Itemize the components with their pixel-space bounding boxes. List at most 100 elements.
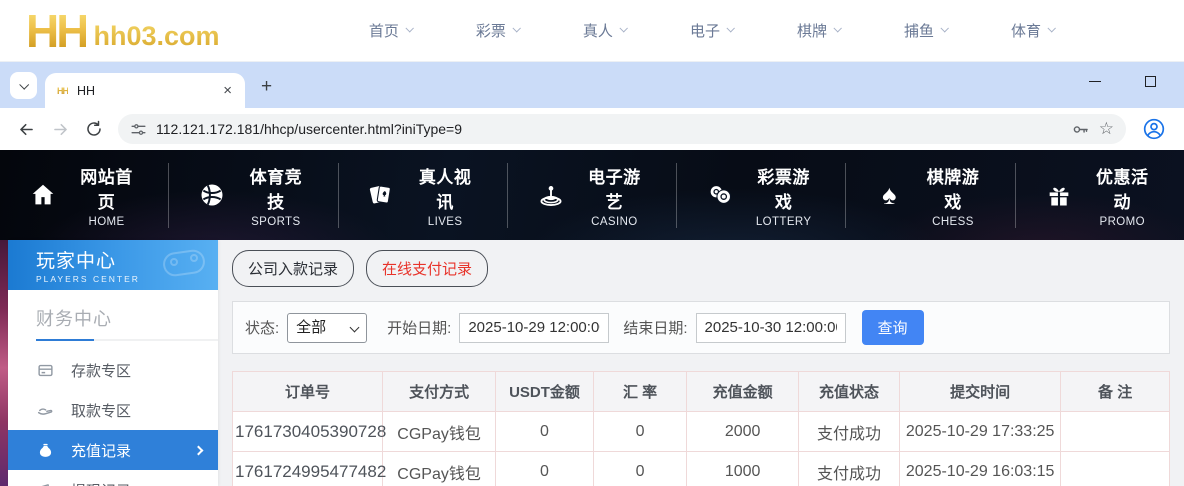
- finance-center-title: 财务中心: [36, 305, 218, 331]
- window-controls: [1089, 76, 1156, 87]
- status-select-wrap: 全部: [287, 313, 367, 343]
- tab-close-icon[interactable]: ×: [218, 82, 237, 99]
- main-nav: 网站首页 HOME 体育竞技 SPORTS 真人视讯LIVES 电子游艺 CASINO 彩票游…: [0, 150, 1184, 240]
- main-nav-label-zh: 体育竞技: [241, 163, 311, 213]
- table-cell: 2025-10-29 16:03:15: [900, 452, 1061, 486]
- site-information-icon[interactable]: [130, 121, 147, 138]
- table-row: 1761730405390728CGPay钱包002000支付成功2025-10…: [233, 412, 1170, 452]
- gift-icon: [1043, 179, 1075, 211]
- site-favicon-icon: HH: [57, 86, 68, 96]
- sidebar-item-3[interactable]: 提现记录: [8, 470, 218, 486]
- profile-avatar-icon[interactable]: [1142, 117, 1166, 141]
- sidebar-menu: 存款专区取款专区充值记录提现记录: [8, 350, 218, 486]
- column-header: 订单号: [233, 372, 383, 412]
- site-nav-item-0[interactable]: 首页: [369, 20, 412, 41]
- main-nav-label-en: HOME: [72, 216, 142, 228]
- main-nav-casino[interactable]: 电子游艺 CASINO: [507, 163, 676, 228]
- bookmark-star-icon[interactable]: ☆: [1099, 119, 1114, 139]
- search-button[interactable]: 查询: [862, 310, 924, 345]
- start-date-label: 开始日期:: [387, 317, 451, 338]
- column-header: 充值金额: [687, 372, 799, 412]
- table-cell: 支付成功: [798, 452, 899, 486]
- site-nav-item-6[interactable]: 体育: [1011, 20, 1054, 41]
- main-nav-label-zh: 真人视讯: [410, 163, 480, 213]
- main-nav-label-en: SPORTS: [241, 216, 311, 228]
- roulette-icon: [535, 179, 567, 211]
- reload-button[interactable]: [80, 115, 108, 143]
- main-nav-label-zh: 电子游艺: [580, 163, 650, 213]
- site-nav-item-1[interactable]: 彩票: [476, 20, 519, 41]
- table-cell: [1061, 452, 1170, 486]
- chevron-down-icon: [405, 24, 413, 32]
- home-icon: [27, 179, 59, 211]
- url-text[interactable]: 112.121.172.181/hhcp/usercenter.html?ini…: [156, 121, 1062, 137]
- sidebar-item-label: 充值记录: [71, 440, 131, 461]
- new-tab-button[interactable]: +: [261, 77, 272, 96]
- start-date-input[interactable]: [459, 313, 609, 343]
- main-nav-chess[interactable]: ♠棋牌游戏CHESS: [845, 163, 1014, 228]
- forward-button[interactable]: [46, 115, 74, 143]
- password-key-icon[interactable]: [1071, 120, 1090, 139]
- column-header: 充值状态: [798, 372, 899, 412]
- minimize-button[interactable]: [1089, 81, 1101, 83]
- main-nav-lives[interactable]: 真人视讯LIVES: [338, 163, 507, 228]
- main-nav-label-en: CASINO: [580, 216, 650, 228]
- main-nav-label-zh: 彩票游戏: [749, 163, 819, 213]
- main-nav-lottery[interactable]: 彩票游戏LOTTERY: [676, 163, 845, 228]
- site-nav-label: 真人: [583, 20, 613, 41]
- chevron-down-icon: [833, 24, 841, 32]
- site-nav-item-2[interactable]: 真人: [583, 20, 626, 41]
- sidebar-item-label: 存款专区: [71, 360, 131, 381]
- record-tab-0[interactable]: 公司入款记录: [232, 250, 354, 287]
- wallet-icon: [36, 481, 54, 486]
- site-nav-label: 棋牌: [797, 20, 827, 41]
- money-bag-icon: [36, 441, 54, 459]
- table-cell: CGPay钱包: [382, 452, 495, 486]
- records-table: 订单号支付方式USDT金额汇 率充值金额充值状态提交时间备 注 17617304…: [232, 371, 1170, 486]
- column-header: 提交时间: [900, 372, 1061, 412]
- end-date-input[interactable]: [696, 313, 846, 343]
- sidebar-item-0[interactable]: 存款专区: [8, 350, 218, 390]
- status-label: 状态:: [245, 317, 279, 338]
- site-nav-item-5[interactable]: 捕鱼: [904, 20, 947, 41]
- site-nav-label: 捕鱼: [904, 20, 934, 41]
- table-cell: [1061, 412, 1170, 452]
- sidebar-item-label: 取款专区: [71, 400, 131, 421]
- playing-cards-icon: [366, 179, 398, 211]
- chevron-down-icon: [726, 24, 734, 32]
- record-tab-1[interactable]: 在线支付记录: [366, 250, 488, 287]
- maximize-button[interactable]: [1145, 76, 1156, 87]
- site-nav-item-3[interactable]: 电子: [690, 20, 733, 41]
- site-header: HH hh03.com 首页 彩票 真人 电子 棋牌 捕鱼 体育: [0, 0, 1184, 62]
- browser-tab[interactable]: HH HH ×: [45, 73, 245, 108]
- lottery-balls-icon: [704, 179, 736, 211]
- site-nav-item-4[interactable]: 棋牌: [797, 20, 840, 41]
- chevron-down-icon: [1047, 24, 1055, 32]
- main-nav-sports[interactable]: 体育竞技 SPORTS: [168, 163, 337, 228]
- sidebar-item-2[interactable]: 充值记录: [8, 430, 218, 470]
- gamepad-icon: [158, 244, 210, 289]
- page-body: 玩家中心 PLAYERS CENTER 财务中心 存款专区取款专区充值记录提现记…: [0, 240, 1184, 486]
- main-nav-label-zh: 网站首页: [72, 163, 142, 213]
- site-nav-label: 体育: [1011, 20, 1041, 41]
- logo-hh-text: HH: [26, 3, 86, 59]
- content: 公司入款记录在线支付记录 状态: 全部 开始日期: 结束日期: 查询 订单号支付…: [218, 240, 1184, 486]
- table-cell: 2025-10-29 17:33:25: [900, 412, 1061, 452]
- table-cell: 1761730405390728: [233, 412, 383, 452]
- tab-search-button[interactable]: [10, 72, 37, 99]
- back-button[interactable]: [12, 115, 40, 143]
- browser-tabstrip: HH HH × +: [0, 62, 1184, 108]
- table-cell: 1761724995477482: [233, 452, 383, 486]
- table-cell: 1000: [687, 452, 799, 486]
- sidebar-item-1[interactable]: 取款专区: [8, 390, 218, 430]
- main-nav-promo[interactable]: 优惠活动PROMO: [1015, 163, 1184, 228]
- browser-toolbar: 112.121.172.181/hhcp/usercenter.html?ini…: [0, 108, 1184, 150]
- column-header: 支付方式: [382, 372, 495, 412]
- status-select[interactable]: 全部: [287, 313, 367, 343]
- deposit-card-icon: [36, 361, 54, 379]
- sidebar: 玩家中心 PLAYERS CENTER 财务中心 存款专区取款专区充值记录提现记…: [8, 240, 218, 486]
- site-logo[interactable]: HH hh03.com: [26, 3, 220, 59]
- main-nav-home[interactable]: 网站首页 HOME: [0, 163, 168, 228]
- spade-icon: ♠: [873, 179, 905, 211]
- address-bar[interactable]: 112.121.172.181/hhcp/usercenter.html?ini…: [118, 114, 1126, 144]
